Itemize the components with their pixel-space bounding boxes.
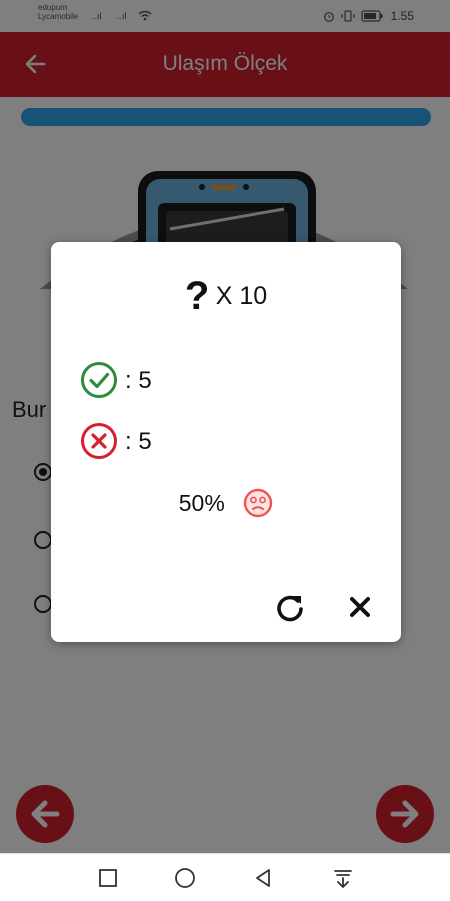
score-row: 50% — [51, 488, 401, 518]
x-circle-icon — [81, 423, 117, 459]
sad-face-icon — [244, 488, 273, 518]
total-questions: ? X 10 — [51, 276, 401, 316]
correct-count: : 5 — [125, 367, 152, 394]
score-percent: 50% — [178, 489, 225, 516]
wrong-count: : 5 — [125, 428, 152, 455]
home-icon[interactable] — [173, 866, 197, 890]
check-circle-icon — [81, 362, 117, 398]
total-count: X 10 — [215, 281, 268, 310]
retry-icon[interactable] — [273, 591, 307, 625]
question-mark-icon: ? — [184, 274, 210, 318]
system-nav-bar — [0, 853, 450, 901]
close-icon[interactable] — [345, 592, 375, 622]
recent-apps-icon[interactable] — [96, 866, 120, 890]
back-icon[interactable] — [251, 866, 275, 890]
result-dialog: ? X 10 : 5 : 5 50% — [51, 242, 401, 642]
notification-pull-icon[interactable] — [331, 866, 355, 890]
